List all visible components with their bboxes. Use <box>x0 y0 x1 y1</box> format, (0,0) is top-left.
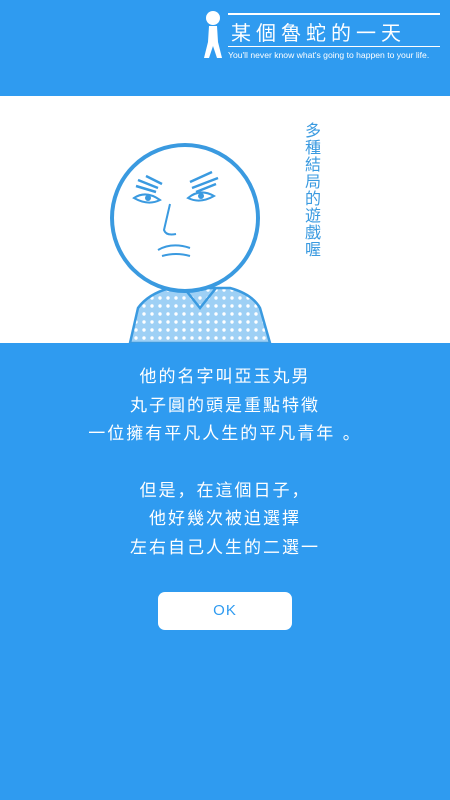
story-line-5: 他好幾次被迫選擇 <box>149 509 301 529</box>
app-tagline: You'll never know what's going to happen… <box>228 50 430 60</box>
title-rule-top <box>228 13 440 15</box>
ok-button[interactable]: OK <box>158 592 292 630</box>
story-line-6: 左右自己人生的二選一 <box>130 537 320 558</box>
app-header: 某個魯蛇的一天 You'll never know what's going t… <box>0 0 450 96</box>
story-line-3: 一位擁有平凡人生的平凡青年 。 <box>88 424 362 444</box>
illustration-panel: 多種結局的遊戲喔 <box>0 96 450 343</box>
round-head-character-illustration <box>110 143 272 343</box>
story-paragraph-gap <box>0 449 450 477</box>
title-rule-bottom <box>228 46 440 47</box>
multiple-endings-caption: 多種結局的遊戲喔 <box>302 122 321 258</box>
story-intro-text: 他的名字叫亞玉丸男 丸子圓的頭是重點特徵 一位擁有平凡人生的平凡青年 。 但是，… <box>0 363 450 562</box>
stick-figure-logo-icon <box>204 11 222 58</box>
story-line-1: 他的名字叫亞玉丸男 <box>139 367 311 387</box>
story-line-4: 但是，在這個日子， <box>139 480 311 501</box>
story-line-2: 丸子圓的頭是重點特徵 <box>130 395 320 416</box>
app-title: 某個魯蛇的一天 <box>231 21 406 45</box>
